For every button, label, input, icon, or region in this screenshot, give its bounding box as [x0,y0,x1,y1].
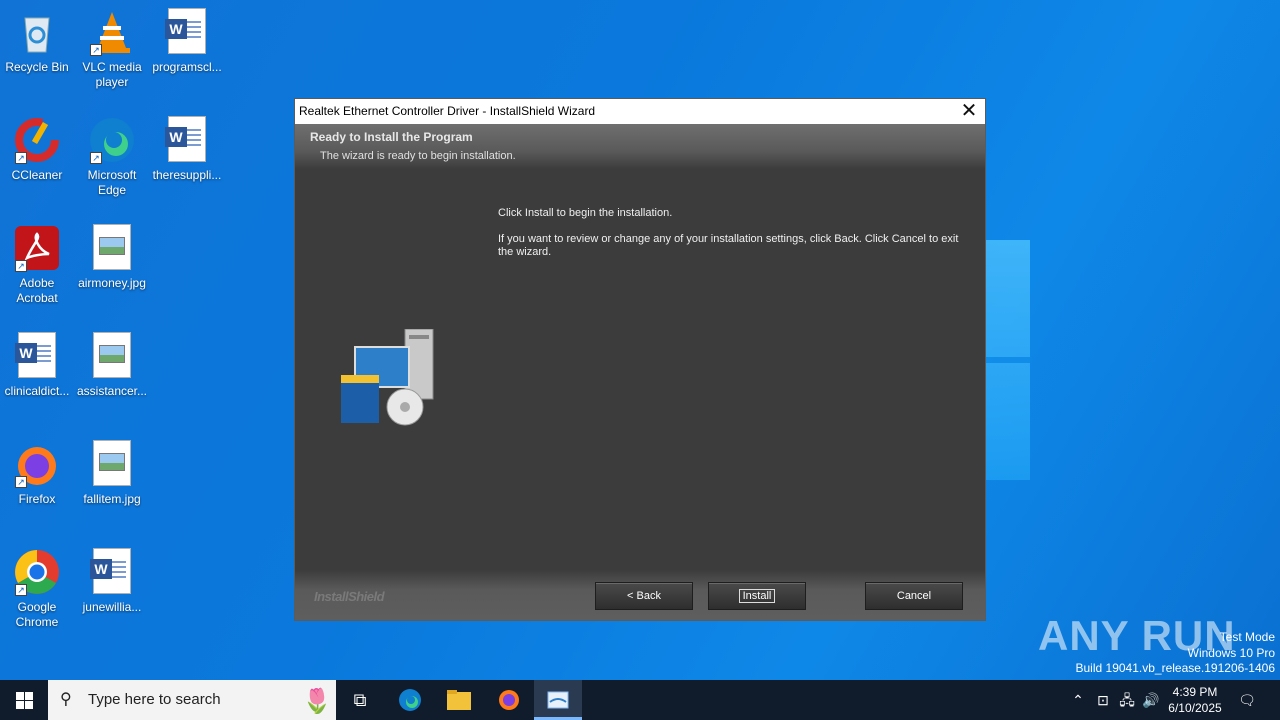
windows-wallpaper-logo [985,240,1030,480]
edition-line: Windows 10 Pro [1187,645,1275,660]
desktop-icon-adobe-acrobat[interactable]: ↗ Adobe Acrobat [0,224,74,306]
taskbar: ⚲ Type here to search 🌷 ⧉ ⌃ ⊡ 🖧 🔊 4:39 P… [0,680,1280,720]
desktop-icon-label: CCleaner [11,168,63,182]
desktop-icon-label: clinicaldict... [4,384,70,398]
desktop-icon-junewillia[interactable]: W junewillia... [75,548,149,615]
search-icon: ⚲ [60,691,72,708]
taskbar-installshield-icon[interactable] [534,680,582,720]
desktop-icon-vlc[interactable]: ↗ VLC media player [75,8,149,90]
file-explorer-icon[interactable] [435,680,483,720]
word-document-icon: W [163,116,211,164]
show-hidden-icons-chevron-icon[interactable]: ⌃ [1068,680,1088,720]
vlc-cone-icon: ↗ [88,8,136,56]
ccleaner-icon: ↗ [13,116,61,164]
test-mode-line: Test Mode [1219,630,1275,644]
desktop-icon-fallitem[interactable]: fallitem.jpg [75,440,149,507]
desktop-icon-label: Firefox [18,492,56,506]
desktop-icon-label: Microsoft Edge [87,168,137,197]
desktop-icon-airmoney[interactable]: airmoney.jpg [75,224,149,291]
task-view-icon[interactable]: ⧉ [336,680,384,720]
install-button-label: Install [738,589,776,603]
install-button[interactable]: Install [708,582,806,610]
edge-icon: ↗ [88,116,136,164]
dialog-body: Click Install to begin the installation.… [295,169,985,549]
desktop-icon-label: theresuppli... [152,168,222,182]
desktop-icon-ccleaner[interactable]: ↗ CCleaner [0,116,74,183]
desktop-icon-google-chrome[interactable]: ↗ Google Chrome [0,548,74,630]
desktop-icon-firefox[interactable]: ↗ Firefox [0,440,74,507]
dialog-titlebar[interactable]: Realtek Ethernet Controller Driver - Ins… [295,99,985,124]
dialog-header: Ready to Install the Program The wizard … [295,124,985,169]
installshield-dialog: Realtek Ethernet Controller Driver - Ins… [294,98,986,621]
chrome-icon: ↗ [13,548,61,596]
installshield-brand: InstallShield [314,589,385,604]
recycle-bin-icon [13,8,61,56]
search-highlight-flowers-icon: 🌷 [302,688,332,715]
desktop-icon-theresuppli[interactable]: W theresuppli... [150,116,224,183]
cancel-button[interactable]: Cancel [865,582,963,610]
taskbar-firefox-icon[interactable] [485,680,533,720]
desktop-icon-microsoft-edge[interactable]: ↗ Microsoft Edge [75,116,149,198]
dialog-footer: InstallShield < Back Install Cancel [295,570,985,620]
image-file-icon [88,332,136,380]
network-icon[interactable]: 🖧 [1116,680,1138,720]
tray-app-icon[interactable]: ⊡ [1092,680,1114,720]
dialog-title: Realtek Ethernet Controller Driver - Ins… [299,104,596,118]
desktop-icon-label: airmoney.jpg [78,276,146,290]
desktop-icon-label: Adobe Acrobat [16,276,58,305]
build-line: Build 19041.vb_release.191206-1406 [1075,661,1276,675]
taskbar-edge-icon[interactable] [386,680,434,720]
word-document-icon: W [88,548,136,596]
word-document-icon: W [13,332,61,380]
installer-computer-icon [335,328,435,429]
clock-date: 6/10/2025 [1168,701,1222,715]
back-button[interactable]: < Back [595,582,693,610]
adobe-acrobat-icon: ↗ [13,224,61,272]
image-file-icon [88,224,136,272]
notifications-icon[interactable]: 🗨 [1236,680,1258,720]
firefox-icon: ↗ [13,440,61,488]
desktop-icon-label: programscl... [152,60,222,74]
volume-icon[interactable]: 🔊 [1140,680,1162,720]
close-icon[interactable]: ✕ [953,99,985,124]
desktop-icon-label: Recycle Bin [5,60,69,74]
desktop-icon-assistancer[interactable]: assistancer... [75,332,149,399]
header-subtitle: The wizard is ready to begin installatio… [320,150,516,162]
desktop-icon-label: assistancer... [76,384,148,398]
desktop-icon-recycle-bin[interactable]: Recycle Bin [0,8,74,75]
desktop-icon-label: fallitem.jpg [83,492,141,506]
desktop-icon-label: junewillia... [82,600,142,614]
desktop-icon-label: Google Chrome [15,600,59,629]
desktop-icon-programscl[interactable]: W programscl... [150,8,224,75]
desktop-icon-clinicaldict[interactable]: W clinicaldict... [0,332,74,399]
clock-time: 4:39 PM [1172,685,1218,699]
image-file-icon [88,440,136,488]
taskbar-search-box[interactable]: ⚲ Type here to search 🌷 [48,680,336,720]
header-title: Ready to Install the Program [310,130,473,144]
word-document-icon: W [163,8,211,56]
desktop-icon-label: VLC media player [82,60,142,89]
review-message: If you want to review or change any of y… [498,233,959,258]
start-button[interactable] [0,680,48,720]
clock[interactable]: 4:39 PM 6/10/2025 [1160,684,1230,716]
search-placeholder: Type here to search [88,691,221,708]
install-message: Click Install to begin the installation. [498,207,673,219]
windows-test-mode-text: Test Mode Windows 10 Pro Build 19041.vb_… [1076,630,1276,677]
